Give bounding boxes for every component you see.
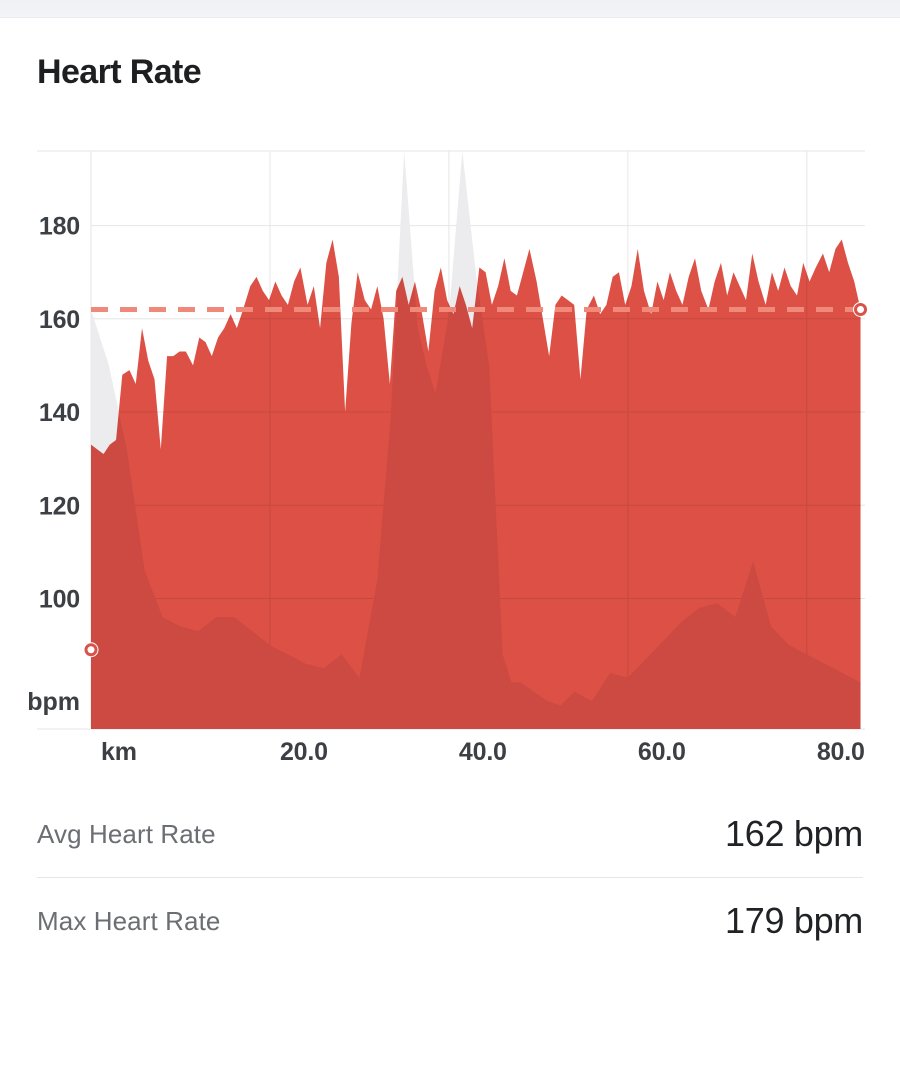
stat-value-max-heart-rate: 179 bpm [725,900,863,941]
y-axis-unit-label: bpm [27,688,80,716]
x-axis-tick-label: 80.0 [817,738,865,766]
y-axis-tick-label: 160 [39,306,80,334]
stat-row-max-heart-rate: Max Heart Rate 179 bpm [37,878,863,964]
stat-label-max-heart-rate: Max Heart Rate [37,905,221,936]
heart-rate-area-series [91,239,861,729]
heart-rate-chart-svg[interactable]: 100 120 140 160 180 bpm km 20.0 40.0 60.0 80.0 [0,113,900,773]
stat-row-avg-heart-rate: Avg Heart Rate 162 bpm [37,791,863,877]
x-axis-tick-label: 20.0 [280,738,328,766]
y-axis-tick-label: 180 [39,213,80,241]
page-title: Heart Rate [37,53,202,91]
stat-value-avg-heart-rate: 162 bpm [725,813,863,854]
x-axis-tick-labels: km 20.0 40.0 60.0 80.0 [101,738,865,766]
heart-rate-area [91,239,861,729]
y-axis-tick-label: 100 [39,585,80,613]
x-axis-tick-label: 40.0 [459,738,507,766]
x-axis-tick-label: 60.0 [638,738,686,766]
stat-label-avg-heart-rate: Avg Heart Rate [37,818,216,849]
status-band [0,0,900,18]
stats-list: Avg Heart Rate 162 bpm Max Heart Rate 17… [0,791,900,964]
y-axis-tick-labels: 100 120 140 160 180 bpm [27,213,80,716]
heart-rate-chart[interactable]: 100 120 140 160 180 bpm km 20.0 40.0 60.0 80.0 [0,113,900,773]
x-axis-tick-label: km [101,738,137,766]
y-axis-tick-label: 120 [39,492,80,520]
y-axis-tick-label: 140 [39,399,80,427]
heart-rate-card: Heart Rate 100 120 140 160 180 bpm km 20.0 40.0… [0,19,900,1080]
